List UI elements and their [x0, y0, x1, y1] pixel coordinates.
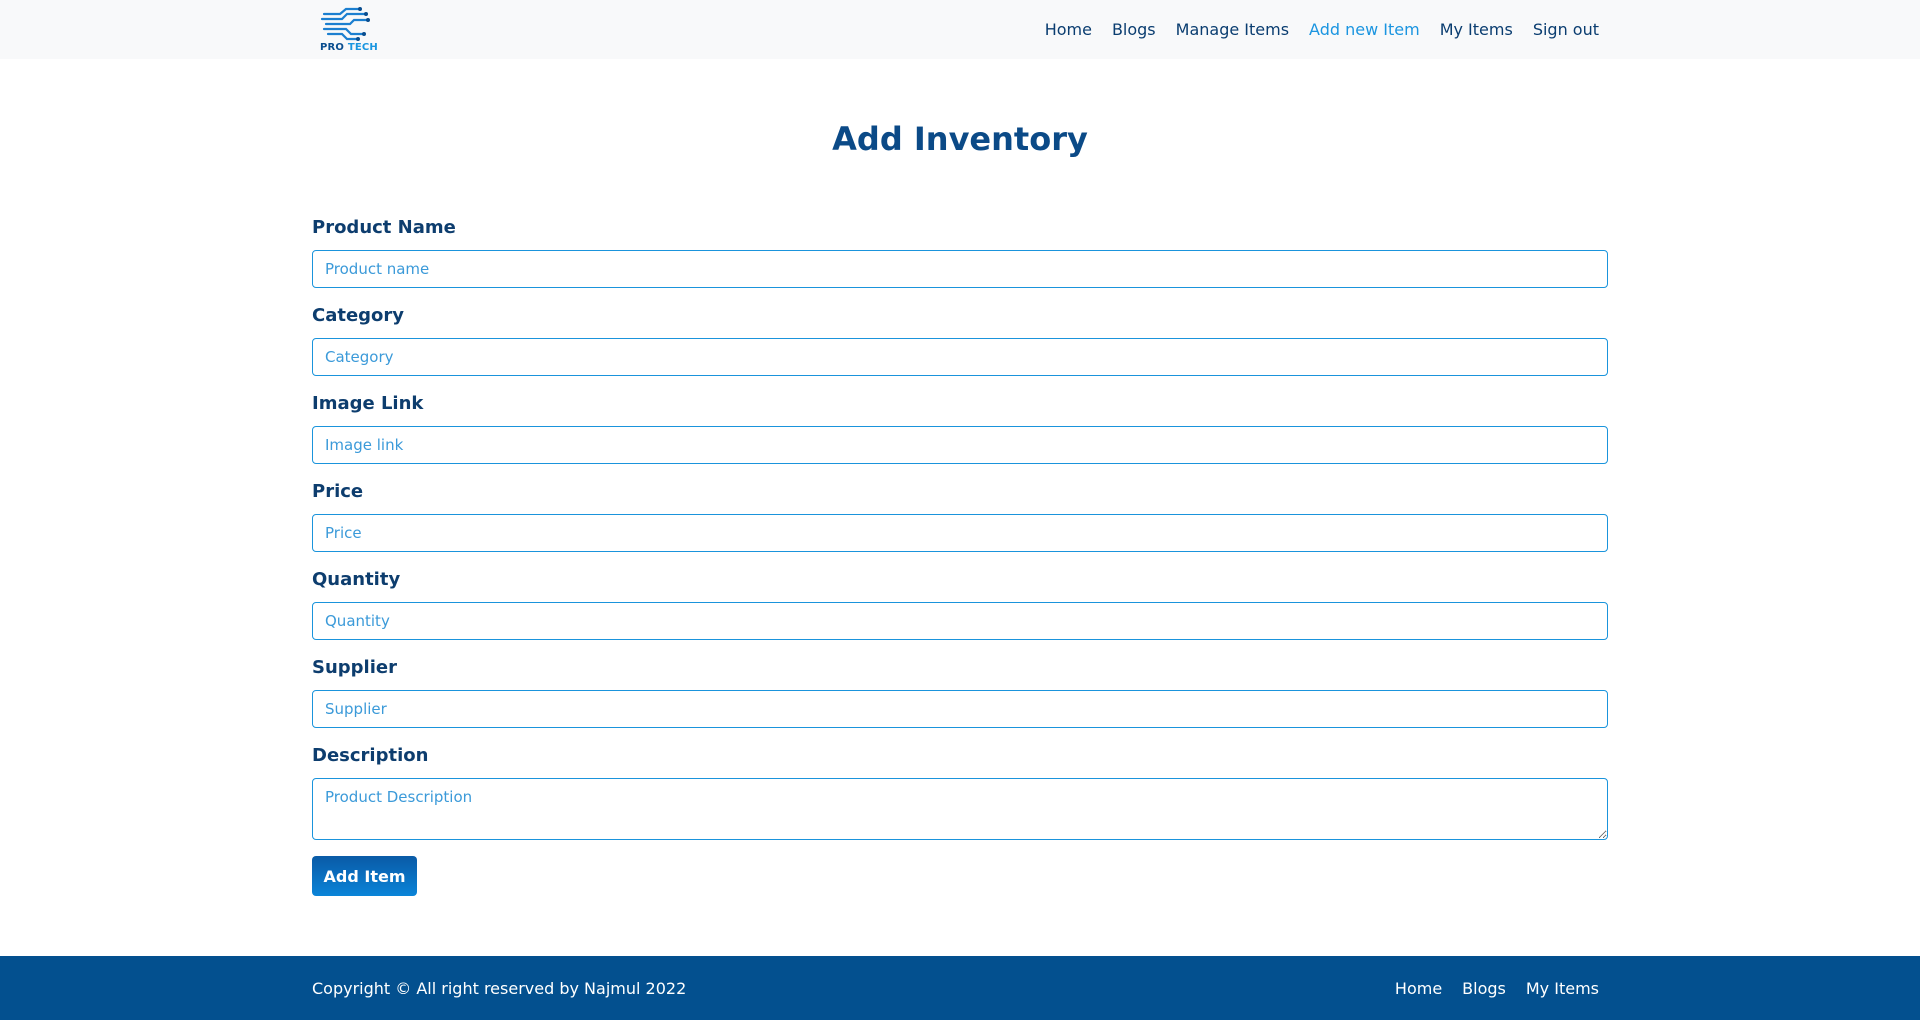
- quantity-label: Quantity: [312, 569, 401, 590]
- footer-copyright: Copyright © All right reserved by Najmul…: [312, 978, 687, 998]
- footer-home-link[interactable]: Home: [1395, 979, 1442, 998]
- page-title: Add Inventory: [832, 120, 1088, 158]
- nav-sign-out-link[interactable]: Sign out: [1533, 20, 1599, 39]
- image-link-label: Image Link: [312, 393, 424, 414]
- description-textarea[interactable]: [312, 778, 1608, 840]
- supplier-label: Supplier: [312, 657, 397, 678]
- price-input[interactable]: [312, 514, 1608, 552]
- add-item-button[interactable]: Add Item: [312, 856, 417, 896]
- footer-nav: Home Blogs My Items: [1375, 956, 1599, 1020]
- nav-my-items-link[interactable]: My Items: [1440, 20, 1513, 39]
- quantity-input[interactable]: [312, 602, 1608, 640]
- supplier-input[interactable]: [312, 690, 1608, 728]
- nav-home-link[interactable]: Home: [1045, 20, 1092, 39]
- footer: Copyright © All right reserved by Najmul…: [0, 956, 1920, 1020]
- footer-blogs-link[interactable]: Blogs: [1462, 979, 1506, 998]
- nav-add-new-item-link[interactable]: Add new Item: [1309, 20, 1420, 39]
- nav-manage-items-link[interactable]: Manage Items: [1176, 20, 1289, 39]
- nav-blogs-link[interactable]: Blogs: [1112, 20, 1156, 39]
- category-input[interactable]: [312, 338, 1608, 376]
- description-label: Description: [312, 745, 429, 766]
- brand-logo[interactable]: PRO TECH: [320, 6, 378, 54]
- circuit-logo-icon: [320, 7, 370, 41]
- image-link-input[interactable]: [312, 426, 1608, 464]
- category-label: Category: [312, 305, 405, 326]
- top-navbar: PRO TECH Home Blogs Manage Items Add new…: [0, 0, 1920, 59]
- product-name-input[interactable]: [312, 250, 1608, 288]
- brand-logo-text: PRO TECH: [320, 42, 378, 53]
- price-label: Price: [312, 481, 364, 502]
- product-name-label: Product Name: [312, 217, 456, 238]
- footer-my-items-link[interactable]: My Items: [1526, 979, 1599, 998]
- main-nav: Home Blogs Manage Items Add new Item My …: [1025, 0, 1599, 59]
